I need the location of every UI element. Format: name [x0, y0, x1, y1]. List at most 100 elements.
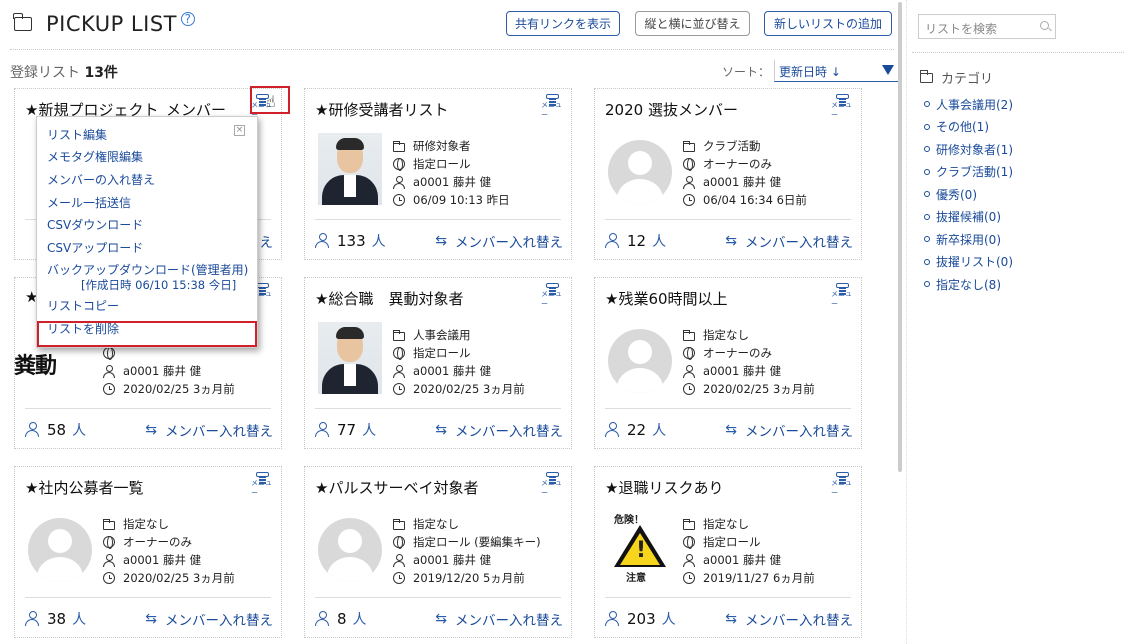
meta-owner: a0001 藤井 健 [683, 173, 807, 191]
meta-role: 指定ロール (要編集キー) [393, 533, 541, 551]
swap-arrows-icon: ⇆ [435, 233, 447, 249]
globe-icon [393, 347, 405, 360]
list-title[interactable]: ★研修受講者リスト [315, 99, 448, 120]
category-item[interactable]: 新卒採用(0) [924, 228, 1013, 251]
menu-item-memo-tag-permission[interactable]: メモタグ権限編集 [37, 146, 257, 169]
card-menu-button[interactable]: メニュー [251, 472, 273, 498]
meta-role-text: 指定ロール [413, 346, 471, 360]
sort-label: ソート： [722, 64, 771, 79]
swap-members-link[interactable]: ⇆ メンバー入れ替え [145, 420, 273, 440]
folder-icon [919, 69, 933, 83]
list-card[interactable]: ★退職リスクあり メニュー 危険！! 注意 指定なし 指定ロール a0001 藤井… [594, 466, 862, 638]
card-menu-button[interactable]: メニュー [831, 94, 853, 120]
list-card[interactable]: ★パルスサーベイ対象者 メニュー 指定なし 指定ロール (要編集キー) a000… [304, 466, 572, 638]
swap-members-link[interactable]: ⇆ メンバー入れ替え [435, 420, 563, 440]
meta-updated-text: 06/09 10:13 昨日 [413, 193, 510, 207]
add-new-list-button[interactable]: 新しいリストの追加 [764, 11, 892, 36]
search-placeholder: リストを検索 [925, 22, 998, 36]
meta-category-text: 研修対象者 [413, 139, 471, 153]
list-card[interactable]: ★社内公募者一覧 メニュー 指定なし オーナーのみ a0001 藤井 健 202… [14, 466, 282, 638]
meta-category: 指定なし [392, 515, 541, 533]
swap-members-label: メンバー入れ替え [745, 424, 853, 440]
category-item[interactable]: その他(1) [924, 116, 1013, 139]
meta-category: 指定なし [682, 326, 815, 344]
list-meta: 研修対象者 指定ロール a0001 藤井 健 06/09 10:13 昨日 [392, 137, 510, 209]
close-icon[interactable]: × [234, 125, 245, 136]
category-item[interactable]: 人事会議用(2) [924, 93, 1013, 116]
warning-image-top-text: 危険！ [614, 515, 644, 526]
list-title[interactable]: ★パルスサーベイ対象者 [315, 477, 478, 498]
swap-members-link[interactable]: ⇆ メンバー入れ替え [725, 231, 853, 251]
meta-role: オーナーのみ [103, 533, 235, 551]
menu-item-copy-list[interactable]: リストコピー [37, 294, 257, 317]
list-title[interactable]: ★総合職 異動対象者 [315, 288, 463, 309]
scrollbar[interactable] [898, 2, 902, 472]
avatar-placeholder [608, 140, 672, 204]
help-icon[interactable]: ? [181, 12, 195, 26]
meta-owner-text: a0001 藤井 健 [123, 364, 202, 378]
menu-item-csv-download[interactable]: CSVダウンロード [37, 213, 257, 236]
menu-item-csv-upload[interactable]: CSVアップロード [37, 236, 257, 259]
member-count-unit: 人 [652, 234, 667, 250]
search-icon[interactable] [1040, 21, 1049, 30]
menu-item-bulk-mail[interactable]: メール一括送信 [37, 191, 257, 214]
arrange-button[interactable]: 縦と横に並び替え [635, 11, 750, 36]
category-item[interactable]: 指定なし(8) [924, 273, 1013, 296]
show-share-link-button[interactable]: 共有リンクを表示 [506, 11, 620, 36]
member-photo [318, 322, 382, 394]
category-item[interactable]: 抜擢リスト(0) [924, 251, 1013, 274]
list-card[interactable]: ★研修受講者リスト メニュー 研修対象者 指定ロール a0001 藤井 健 06… [304, 88, 572, 260]
sort-select[interactable]: 更新日時 ↓ [774, 60, 899, 82]
list-title[interactable]: 2020 選抜メンバー [605, 99, 738, 120]
list-title[interactable]: ★残業60時間以上 [605, 288, 728, 309]
swap-members-link[interactable]: ⇆ メンバー入れ替え [145, 609, 273, 629]
menu-item-swap-members[interactable]: メンバーの入れ替え [37, 168, 257, 191]
globe-icon [683, 347, 695, 360]
card-menu-button[interactable]: メニュー [831, 283, 853, 309]
list-card[interactable]: ★総合職 異動対象者 メニュー 人事会議用 指定ロール a0001 藤井 健 2… [304, 277, 572, 449]
meta-role: オーナーのみ [683, 344, 815, 362]
category-item[interactable]: 研修対象者(1) [924, 138, 1013, 161]
folder-icon [682, 140, 695, 152]
card-footer: 22 人 ⇆ メンバー入れ替え [605, 420, 853, 440]
list-card[interactable]: ★残業60時間以上 メニュー 指定なし オーナーのみ a0001 藤井 健 20… [594, 277, 862, 449]
menu-label: メニュー [831, 290, 852, 308]
card-menu-button[interactable]: メニュー [541, 94, 563, 120]
category-item[interactable]: 抜擢候補(0) [924, 206, 1013, 229]
meta-category-text: 指定なし [123, 517, 169, 531]
meta-updated-text: 2020/02/25 3ヵ月前 [703, 382, 815, 396]
list-title[interactable]: ★退職リスクあり [605, 477, 723, 498]
member-count-unit: 人 [72, 423, 87, 439]
menu-item-edit-list[interactable]: リスト編集 [37, 123, 257, 146]
list-search-input[interactable]: リストを検索 [918, 14, 1056, 39]
meta-category-text: 人事会議用 [413, 328, 471, 342]
category-item[interactable]: 優秀(0) [924, 183, 1013, 206]
swap-members-link[interactable]: え [260, 231, 274, 251]
card-menu-button[interactable]: メニュー [541, 472, 563, 498]
divider [10, 49, 894, 50]
dropdown-triangle-icon [882, 65, 895, 75]
meta-updated: 2020/02/25 3ヵ月前 [393, 380, 525, 398]
meta-owner-text: a0001 藤井 健 [123, 553, 202, 567]
swap-members-link[interactable]: ⇆ メンバー入れ替え [435, 609, 563, 629]
swap-members-label: メンバー入れ替え [745, 235, 853, 251]
card-menu-button[interactable]: メニュー [831, 472, 853, 498]
swap-members-link[interactable]: ⇆ メンバー入れ替え [725, 420, 853, 440]
menu-label: メニュー [541, 479, 562, 497]
clock-icon [393, 572, 405, 584]
swap-members-label: メンバー入れ替え [455, 235, 563, 251]
list-card[interactable]: 2020 選抜メンバー メニュー クラブ活動 オーナーのみ a0001 藤井 健… [594, 88, 862, 260]
list-title[interactable]: ★社内公募者一覧 [25, 477, 143, 498]
meta-role: 指定ロール [393, 155, 510, 173]
divider [315, 219, 561, 220]
meta-owner: a0001 藤井 健 [103, 551, 235, 569]
menu-label: メニュー [541, 290, 562, 308]
swap-arrows-icon: ⇆ [435, 611, 447, 627]
card-menu-button[interactable]: メニュー [541, 283, 563, 309]
document-icon [545, 472, 559, 478]
category-item[interactable]: クラブ活動(1) [924, 161, 1013, 184]
meta-category: 指定なし [102, 515, 235, 533]
swap-members-link[interactable]: ⇆ メンバー入れ替え [725, 609, 853, 629]
card-footer: 77 人 ⇆ メンバー入れ替え [315, 420, 563, 440]
swap-members-link[interactable]: ⇆ メンバー入れ替え [435, 231, 563, 251]
